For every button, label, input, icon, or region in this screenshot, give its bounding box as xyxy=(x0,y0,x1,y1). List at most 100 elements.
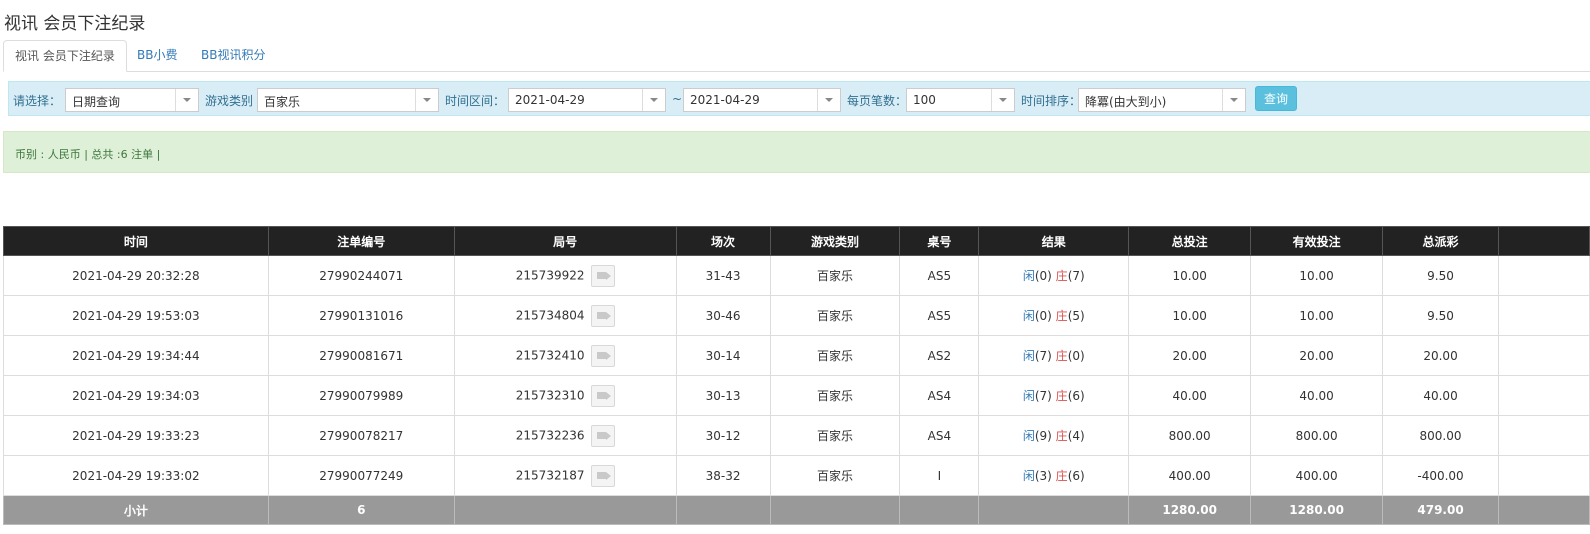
col-header-valid-bet: 有效投注 xyxy=(1250,226,1384,256)
video-replay-icon[interactable] xyxy=(590,304,615,327)
banker-score: (7) xyxy=(1067,269,1085,283)
video-replay-icon[interactable] xyxy=(590,424,615,447)
cell-extra xyxy=(1498,335,1590,376)
player-score: (7) xyxy=(1034,389,1052,403)
cell-total-bet[interactable]: 40.00 xyxy=(1128,375,1252,416)
date-from-select[interactable]: 2021-04-29 xyxy=(508,88,666,112)
player-label: 闲 xyxy=(1022,429,1035,443)
summary-text: 币别 : 人民币 | 总共 :6 注单 | xyxy=(15,148,161,161)
cell-total-bet[interactable]: 400.00 xyxy=(1128,455,1252,496)
cell-game: 百家乐 xyxy=(769,255,901,296)
cell-session: 31-43 xyxy=(675,255,771,296)
tab-bb-tips[interactable]: BB小费 xyxy=(126,40,188,70)
round-number: 215732310 xyxy=(515,388,585,402)
page-size-select[interactable]: 100 xyxy=(906,88,1015,112)
video-replay-icon[interactable] xyxy=(590,464,615,487)
query-type-value: 日期查询 xyxy=(72,95,121,109)
subtotal-row: 小计 6 1280.00 1280.00 479.00 xyxy=(3,495,1590,525)
page-size-label: 每页笔数： xyxy=(847,94,908,108)
cell-round: 215732310 xyxy=(453,375,677,416)
game-type-select[interactable]: 百家乐 xyxy=(257,88,439,112)
col-header-table-no: 桌号 xyxy=(899,226,980,256)
cell-table-no: I xyxy=(899,455,980,496)
video-replay-icon[interactable] xyxy=(590,344,615,367)
sort-order-select[interactable]: 降冪(由大到小) xyxy=(1078,88,1246,112)
banker-score: (5) xyxy=(1067,309,1085,323)
cell-extra xyxy=(1498,375,1590,416)
cell-valid-bet: 800.00 xyxy=(1250,415,1384,456)
cell-round: 215732410 xyxy=(453,335,677,376)
banker-score: (0) xyxy=(1067,349,1085,363)
summary-bar: 币别 : 人民币 | 总共 :6 注单 | xyxy=(3,131,1590,173)
chevron-down-icon xyxy=(175,89,198,111)
cell-game: 百家乐 xyxy=(769,335,901,376)
cell-total-bet[interactable]: 800.00 xyxy=(1128,415,1252,456)
player-score: (0) xyxy=(1034,309,1052,323)
table-header-row: 时间 注单编号 局号 场次 游戏类别 桌号 结果 总投注 有效投注 总派彩 xyxy=(3,226,1590,256)
cell-bet-no: 27990081671 xyxy=(267,335,455,376)
cell-session: 30-13 xyxy=(675,375,771,416)
banker-score: (6) xyxy=(1067,469,1085,483)
chevron-down-icon xyxy=(642,89,665,111)
player-score: (0) xyxy=(1034,269,1052,283)
col-header-time: 时间 xyxy=(3,226,269,256)
banker-label: 庄 xyxy=(1055,349,1068,363)
date-from-value: 2021-04-29 xyxy=(515,93,585,107)
query-type-select[interactable]: 日期查询 xyxy=(65,88,199,112)
time-range-label: 时间区间： xyxy=(445,94,506,108)
page-size-value: 100 xyxy=(913,93,936,107)
banker-score: (4) xyxy=(1067,429,1085,443)
video-replay-icon[interactable] xyxy=(590,264,615,287)
subtotal-payout: 479.00 xyxy=(1382,495,1499,525)
filter-bar: 请选择： 日期查询 游戏类别 百家乐 时间区间： 2021-04-29 ~ 20… xyxy=(8,81,1590,116)
tab-bet-records[interactable]: 视讯 会员下注纪录 xyxy=(3,40,127,72)
cell-game: 百家乐 xyxy=(769,415,901,456)
cell-extra xyxy=(1498,255,1590,296)
col-header-session: 场次 xyxy=(675,226,771,256)
player-label: 闲 xyxy=(1022,269,1035,283)
cell-valid-bet: 10.00 xyxy=(1250,255,1384,296)
subtotal-empty xyxy=(899,495,980,525)
cell-payout: 20.00 xyxy=(1382,335,1499,376)
subtotal-empty xyxy=(453,495,677,525)
date-to-select[interactable]: 2021-04-29 xyxy=(683,88,841,112)
cell-valid-bet: 40.00 xyxy=(1250,375,1384,416)
table-row: 2021-04-29 19:33:23 27990078217 21573223… xyxy=(3,415,1590,456)
cell-total-bet[interactable]: 10.00 xyxy=(1128,295,1252,336)
cell-total-bet[interactable]: 20.00 xyxy=(1128,335,1252,376)
cell-extra xyxy=(1498,415,1590,456)
cell-time: 2021-04-29 20:32:28 xyxy=(3,255,269,296)
page-title: 视讯 会员下注纪录 xyxy=(4,14,146,34)
game-type-label: 游戏类别 xyxy=(205,94,254,108)
cell-bet-no: 27990079989 xyxy=(267,375,455,416)
table-row: 2021-04-29 19:33:02 27990077249 21573218… xyxy=(3,455,1590,496)
cell-bet-no: 27990131016 xyxy=(267,295,455,336)
cell-game: 百家乐 xyxy=(769,295,901,336)
cell-payout: 40.00 xyxy=(1382,375,1499,416)
cell-result: 闲(0) 庄(5) xyxy=(978,295,1130,336)
cell-round: 215732236 xyxy=(453,415,677,456)
video-replay-icon[interactable] xyxy=(590,384,615,407)
cell-total-bet[interactable]: 10.00 xyxy=(1128,255,1252,296)
chevron-down-icon xyxy=(991,89,1014,111)
cell-bet-no: 27990078217 xyxy=(267,415,455,456)
cell-bet-no: 27990077249 xyxy=(267,455,455,496)
col-header-result: 结果 xyxy=(978,226,1130,256)
cell-payout: 800.00 xyxy=(1382,415,1499,456)
subtotal-empty xyxy=(978,495,1130,525)
chevron-down-icon xyxy=(817,89,840,111)
query-button[interactable]: 查询 xyxy=(1255,86,1297,111)
cell-table-no: AS4 xyxy=(899,415,980,456)
cell-time: 2021-04-29 19:33:23 xyxy=(3,415,269,456)
tab-bar: 视讯 会员下注纪录 BB小费 BB视讯积分 xyxy=(3,40,1590,72)
cell-result: 闲(7) 庄(6) xyxy=(978,375,1130,416)
date-to-value: 2021-04-29 xyxy=(690,93,760,107)
col-header-round: 局号 xyxy=(453,226,677,256)
cell-result: 闲(0) 庄(7) xyxy=(978,255,1130,296)
cell-round: 215732187 xyxy=(453,455,677,496)
banker-label: 庄 xyxy=(1055,429,1068,443)
col-header-total-bet: 总投注 xyxy=(1128,226,1252,256)
banker-score: (6) xyxy=(1067,389,1085,403)
tab-bb-video-points[interactable]: BB视讯积分 xyxy=(190,40,276,70)
cell-extra xyxy=(1498,295,1590,336)
